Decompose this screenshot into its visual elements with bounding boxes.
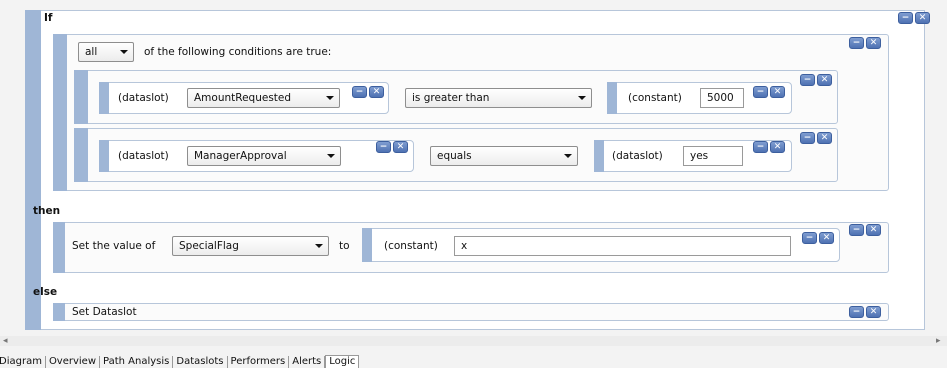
close-icon[interactable]: ✕ [817,132,832,144]
close-icon[interactable]: ✕ [866,37,881,49]
minimize-icon[interactable]: − [800,132,815,144]
close-icon[interactable]: ✕ [770,86,785,98]
left-dataslot-value: AmountRequested [194,92,292,104]
chevron-down-icon [578,96,586,100]
chevron-down-icon [327,154,335,158]
target-dataslot-select[interactable]: SpecialFlag [172,236,329,256]
chevron-down-icon [315,244,323,248]
close-icon[interactable]: ✕ [770,141,785,153]
then-label: then [33,205,61,217]
right-value-input[interactable]: 5000 [700,88,744,108]
operator-value: equals [437,150,472,162]
tab-performers[interactable]: Performers [228,356,290,368]
if-label: If [44,12,53,24]
value-operand-bar [362,228,372,262]
horizontal-scrollbar[interactable] [0,336,947,346]
tab-dataslots[interactable]: Dataslots [173,356,228,368]
if-block-controls: − ✕ [898,12,931,24]
left-operand-bar [99,82,109,114]
tab-alerts[interactable]: Alerts [289,356,326,368]
chevron-down-icon [326,96,334,100]
then-action-controls: − ✕ [849,224,882,236]
close-icon[interactable]: ✕ [866,306,881,318]
minimize-icon[interactable]: − [352,86,367,98]
quantifier-value: all [85,46,98,58]
operator-select[interactable]: is greater than [405,88,592,108]
target-dataslot-value: SpecialFlag [179,240,239,252]
minimize-icon[interactable]: − [849,37,864,49]
view-tabs: Diagram Overview Path Analysis Dataslots Per… [0,355,947,368]
minimize-icon[interactable]: − [753,86,768,98]
tab-path-analysis[interactable]: Path Analysis [100,356,174,368]
close-icon[interactable]: ✕ [866,224,881,236]
value-operand-controls: − ✕ [802,232,835,244]
right-operand-kind: (dataslot) [612,150,663,162]
tab-overview[interactable]: Overview [46,356,101,368]
left-operand-kind: (dataslot) [118,92,169,104]
left-operand-kind: (dataslot) [118,150,169,162]
else-action-label: Set Dataslot [72,306,137,318]
minimize-icon[interactable]: − [800,74,815,86]
tab-diagram[interactable]: Diagram [0,356,46,368]
right-operand-controls: − ✕ [753,141,786,153]
close-icon[interactable]: ✕ [819,232,834,244]
condition-row-controls: − ✕ [800,74,833,86]
right-operand-controls: − ✕ [753,86,786,98]
left-operand-controls: − ✕ [376,141,409,153]
right-operand-kind: (constant) [628,92,682,104]
conditions-group-controls: − ✕ [849,37,882,49]
close-icon[interactable]: ✕ [915,12,930,24]
else-action-controls: − ✕ [849,306,882,318]
chevron-down-icon [120,50,128,54]
scroll-left-arrow[interactable]: ◂ [3,334,8,348]
left-operand-bar [99,140,109,172]
then-action-bar [53,222,65,273]
scroll-right-arrow[interactable]: ▸ [936,334,941,348]
minimize-icon[interactable]: − [849,306,864,318]
minimize-icon[interactable]: − [802,232,817,244]
left-operand-controls: − ✕ [352,86,385,98]
left-dataslot-select[interactable]: ManagerApproval [187,146,341,166]
quantifier-suffix: of the following conditions are true: [144,46,332,58]
minimize-icon[interactable]: − [898,12,913,24]
minimize-icon[interactable]: − [753,141,768,153]
right-value-input[interactable]: yes [683,146,743,166]
conditions-group-bar [53,34,67,191]
condition-row-bar [74,128,88,182]
right-operand-bar [607,82,617,114]
value-operand-kind: (constant) [384,240,438,252]
tab-logic[interactable]: Logic [325,355,360,368]
else-action-bar [53,303,65,321]
value-input[interactable]: x [454,236,791,256]
condition-row-bar [74,70,88,124]
else-action [53,303,889,321]
else-label: else [33,286,58,298]
chevron-down-icon [564,154,572,158]
operator-select[interactable]: equals [430,146,578,166]
close-icon[interactable]: ✕ [393,141,408,153]
minimize-icon[interactable]: − [849,224,864,236]
close-icon[interactable]: ✕ [369,86,384,98]
then-action-to: to [339,240,350,252]
left-dataslot-value: ManagerApproval [194,150,287,162]
close-icon[interactable]: ✕ [817,74,832,86]
minimize-icon[interactable]: − [376,141,391,153]
left-dataslot-select[interactable]: AmountRequested [187,88,340,108]
if-block-bar [25,10,41,330]
quantifier-select[interactable]: all [78,42,134,62]
condition-row-controls: − ✕ [800,132,833,144]
right-operand-bar [594,140,604,172]
operator-value: is greater than [412,92,490,104]
then-action-prefix: Set the value of [72,240,156,252]
